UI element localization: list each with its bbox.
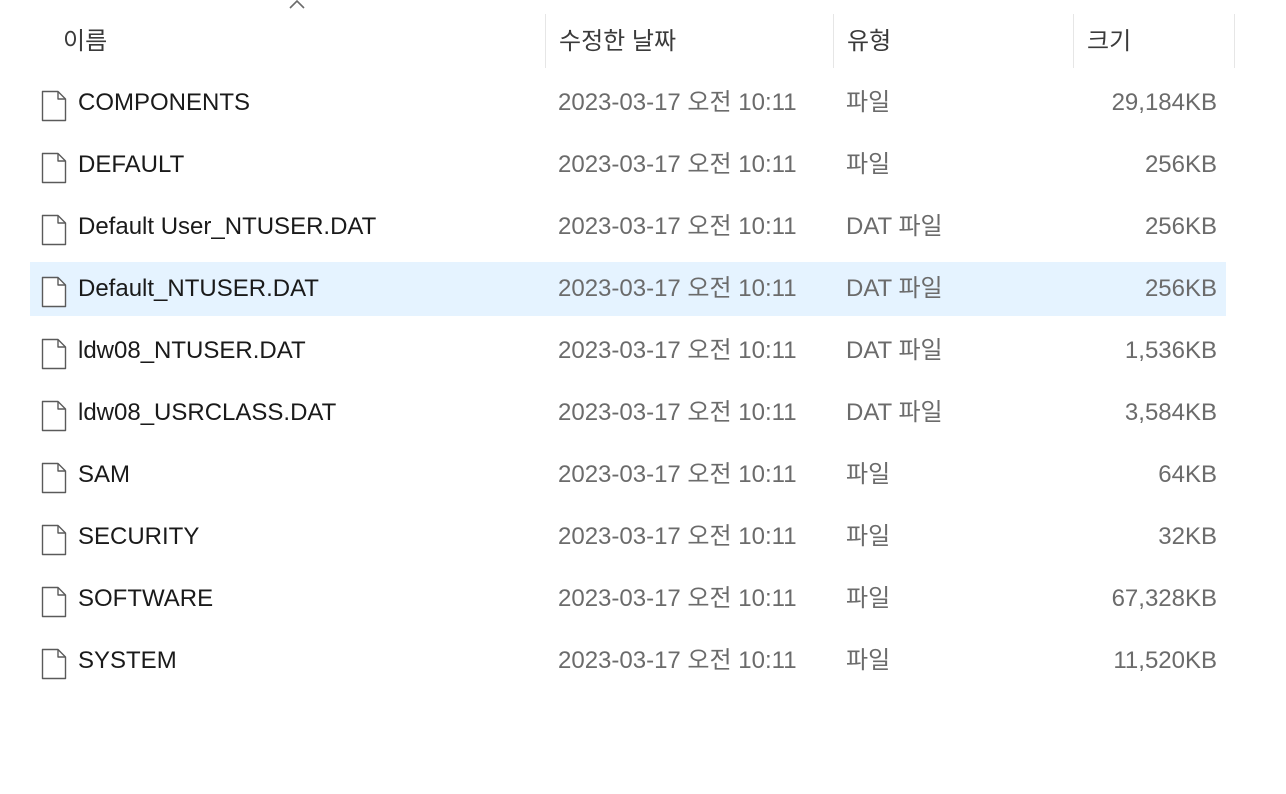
column-header-name[interactable]: 이름 — [30, 0, 545, 68]
file-size: 3,584KB — [1124, 399, 1217, 426]
column-header-type[interactable]: 유형 — [833, 14, 1073, 68]
file-size: 1,536KB — [1124, 337, 1217, 364]
file-icon — [41, 274, 67, 308]
file-row[interactable]: Default User_NTUSER.DAT 2023-03-17 오전 10… — [30, 200, 1226, 254]
file-type: 파일 — [846, 151, 891, 178]
file-name: COMPONENTS — [78, 89, 251, 116]
file-size: 256KB — [1144, 213, 1217, 240]
file-row[interactable]: ldw08_NTUSER.DAT 2023-03-17 오전 10:11 DAT… — [30, 324, 1226, 378]
file-row[interactable]: DEFAULT 2023-03-17 오전 10:11 파일 256KB — [30, 138, 1226, 192]
file-icon — [41, 460, 67, 494]
file-name: SAM — [78, 461, 131, 488]
file-row[interactable]: COMPONENTS 2023-03-17 오전 10:11 파일 29,184… — [30, 76, 1226, 130]
column-header-name-label: 이름 — [63, 28, 108, 55]
file-row[interactable]: SYSTEM 2023-03-17 오전 10:11 파일 11,520KB — [30, 634, 1226, 688]
file-row[interactable]: Default_NTUSER.DAT 2023-03-17 오전 10:11 D… — [30, 262, 1226, 316]
file-row[interactable]: SECURITY 2023-03-17 오전 10:11 파일 32KB — [30, 510, 1226, 564]
file-date-modified: 2023-03-17 오전 10:11 — [558, 337, 797, 364]
file-date-modified: 2023-03-17 오전 10:11 — [558, 151, 797, 178]
file-date-modified: 2023-03-17 오전 10:11 — [558, 647, 797, 674]
column-header-size[interactable]: 크기 — [1073, 14, 1235, 68]
file-size: 67,328KB — [1111, 585, 1217, 612]
file-icon — [41, 584, 67, 618]
column-header-type-label: 유형 — [847, 28, 892, 55]
file-icon — [41, 646, 67, 680]
file-row[interactable]: SAM 2023-03-17 오전 10:11 파일 64KB — [30, 448, 1226, 502]
file-name: ldw08_USRCLASS.DAT — [78, 399, 337, 426]
column-header-date[interactable]: 수정한 날짜 — [545, 14, 833, 68]
file-icon — [41, 336, 67, 370]
file-type: DAT 파일 — [846, 275, 943, 302]
file-type: DAT 파일 — [846, 213, 943, 240]
file-icon — [41, 398, 67, 432]
file-date-modified: 2023-03-17 오전 10:11 — [558, 461, 797, 488]
chevron-up-icon — [288, 0, 308, 12]
file-date-modified: 2023-03-17 오전 10:11 — [558, 89, 797, 116]
file-type: DAT 파일 — [846, 399, 943, 426]
file-row[interactable]: SOFTWARE 2023-03-17 오전 10:11 파일 67,328KB — [30, 572, 1226, 626]
column-header-date-label: 수정한 날짜 — [559, 28, 677, 55]
file-date-modified: 2023-03-17 오전 10:11 — [558, 399, 797, 426]
file-name: Default_NTUSER.DAT — [78, 275, 319, 302]
file-icon — [41, 88, 67, 122]
file-name: DEFAULT — [78, 151, 185, 178]
file-date-modified: 2023-03-17 오전 10:11 — [558, 585, 797, 612]
file-type: 파일 — [846, 647, 891, 674]
file-icon — [41, 522, 67, 556]
file-date-modified: 2023-03-17 오전 10:11 — [558, 213, 797, 240]
file-size: 64KB — [1158, 461, 1217, 488]
file-name: SYSTEM — [78, 647, 177, 674]
file-date-modified: 2023-03-17 오전 10:11 — [558, 275, 797, 302]
file-type: 파일 — [846, 585, 891, 612]
file-explorer-details-view: 이름 수정한 날짜 유형 크기 COMPONENTS 2023-03-17 오전… — [0, 0, 1286, 794]
file-icon — [41, 150, 67, 184]
file-list: COMPONENTS 2023-03-17 오전 10:11 파일 29,184… — [30, 76, 1226, 696]
file-icon — [41, 212, 67, 246]
file-name: Default User_NTUSER.DAT — [78, 213, 377, 240]
file-size: 256KB — [1144, 275, 1217, 302]
file-name: SECURITY — [78, 523, 200, 550]
column-header-size-label: 크기 — [1087, 28, 1132, 55]
file-name: SOFTWARE — [78, 585, 214, 612]
file-date-modified: 2023-03-17 오전 10:11 — [558, 523, 797, 550]
file-size: 32KB — [1158, 523, 1217, 550]
file-type: DAT 파일 — [846, 337, 943, 364]
column-header-row: 이름 수정한 날짜 유형 크기 — [30, 0, 1235, 68]
file-type: 파일 — [846, 89, 891, 116]
file-row[interactable]: ldw08_USRCLASS.DAT 2023-03-17 오전 10:11 D… — [30, 386, 1226, 440]
file-size: 11,520KB — [1113, 647, 1217, 674]
file-name: ldw08_NTUSER.DAT — [78, 337, 306, 364]
file-size: 29,184KB — [1111, 89, 1217, 116]
file-size: 256KB — [1144, 151, 1217, 178]
file-type: 파일 — [846, 523, 891, 550]
file-type: 파일 — [846, 461, 891, 488]
